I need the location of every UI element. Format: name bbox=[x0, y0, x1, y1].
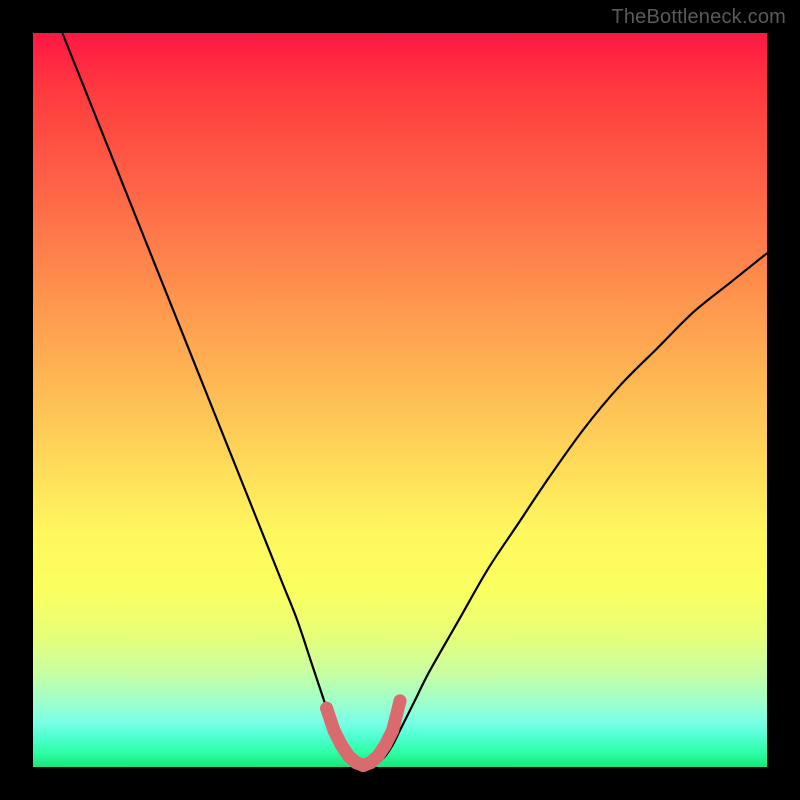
trough-marker bbox=[394, 694, 407, 707]
chart-plot-area bbox=[33, 33, 767, 767]
trough-markers bbox=[320, 694, 406, 772]
trough-marker bbox=[386, 724, 399, 737]
watermark-text: TheBottleneck.com bbox=[611, 6, 786, 29]
trough-marker bbox=[379, 738, 392, 751]
trough-marker bbox=[371, 749, 384, 762]
trough-marker bbox=[335, 738, 348, 751]
trough-marker bbox=[327, 724, 340, 737]
bottleneck-curve bbox=[62, 33, 767, 766]
chart-svg bbox=[33, 33, 767, 767]
chart-frame: TheBottleneck.com bbox=[0, 0, 800, 800]
trough-marker bbox=[320, 702, 333, 715]
